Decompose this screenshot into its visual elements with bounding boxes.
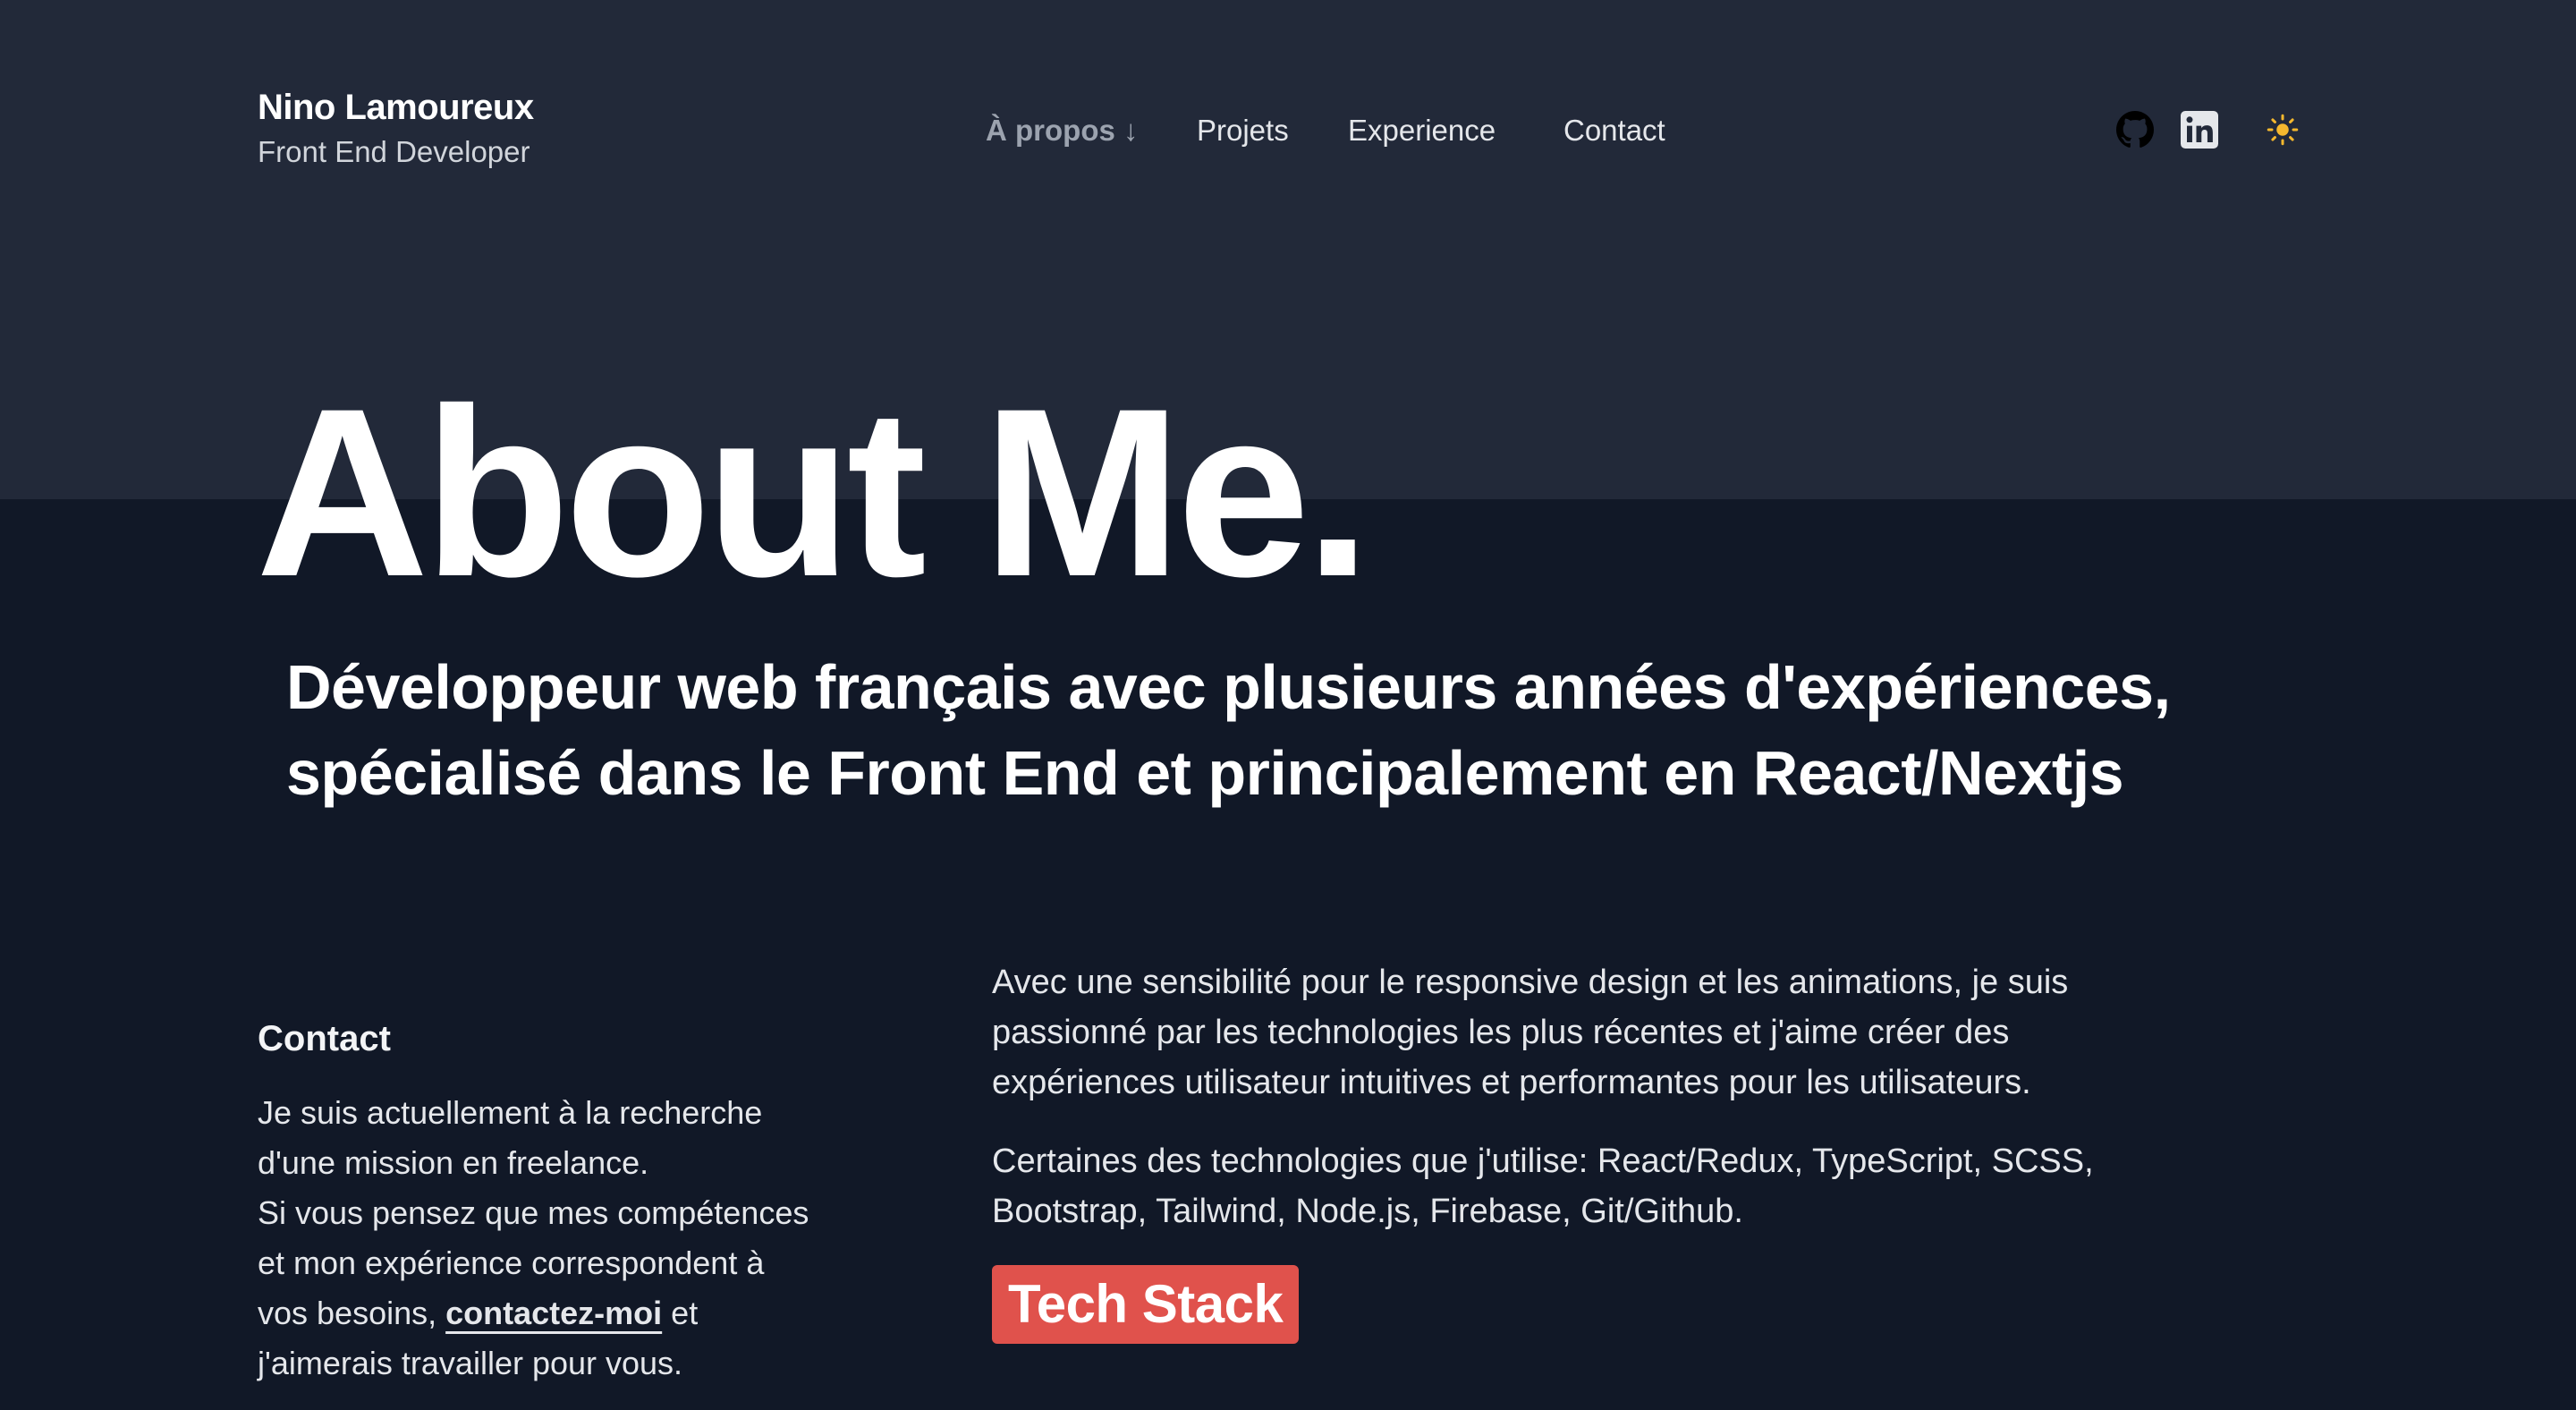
page-title: About Me. bbox=[256, 358, 1371, 626]
about-section: Avec une sensibilité pour le responsive … bbox=[992, 957, 2334, 1344]
about-line: expériences utilisateur intuitives et pe… bbox=[992, 1064, 2031, 1101]
contact-line-suffix: et bbox=[662, 1295, 699, 1331]
contact-line: Je suis actuellement à la recherche bbox=[258, 1094, 763, 1131]
contact-heading: Contact bbox=[258, 1019, 391, 1058]
brand-role: Front End Developer bbox=[258, 135, 530, 168]
site-header: Nino Lamoureux Front End Developer À pro… bbox=[0, 0, 2576, 179]
linkedin-icon[interactable] bbox=[2181, 111, 2218, 149]
brand-name[interactable]: Nino Lamoureux bbox=[258, 86, 534, 129]
contact-section: Contact Je suis actuellement à la recher… bbox=[258, 1016, 866, 1389]
nav-contact[interactable]: Contact bbox=[1563, 109, 1665, 152]
github-icon[interactable] bbox=[2116, 111, 2154, 149]
sun-icon[interactable] bbox=[2267, 114, 2299, 146]
tagline-line: Développeur web français avec plusieurs … bbox=[286, 652, 2171, 722]
tagline: Développeur web français avec plusieurs … bbox=[286, 644, 2343, 816]
contact-line: d'une mission en freelance. bbox=[258, 1144, 649, 1181]
contact-line: et mon expérience correspondent à bbox=[258, 1244, 765, 1281]
contact-text: Je suis actuellement à la recherche d'un… bbox=[258, 1088, 866, 1389]
nav-experience[interactable]: Experience bbox=[1348, 109, 1496, 152]
about-line: Avec une sensibilité pour le responsive … bbox=[992, 964, 2069, 1001]
contact-line: j'aimerais travailler pour vous. bbox=[258, 1345, 683, 1381]
tagline-line: spécialisé dans le Front End et principa… bbox=[286, 738, 2124, 808]
about-line: Bootstrap, Tailwind, Node.js, Firebase, … bbox=[992, 1193, 1743, 1230]
about-line: Certaines des technologies que j'utilise… bbox=[992, 1142, 2094, 1180]
nav-about[interactable]: À propos ↓ bbox=[986, 109, 1139, 152]
contact-line: Si vous pensez que mes compétences bbox=[258, 1194, 809, 1231]
contact-line-prefix: vos besoins, bbox=[258, 1295, 446, 1331]
nav-projects[interactable]: Projets bbox=[1197, 109, 1289, 152]
contact-me-link[interactable]: contactez-moi bbox=[445, 1295, 662, 1331]
technologies-paragraph: Certaines des technologies que j'utilise… bbox=[992, 1136, 2334, 1236]
tech-stack-button[interactable]: Tech Stack bbox=[992, 1265, 1300, 1344]
contact-line-with-link: vos besoins, contactez-moi et bbox=[258, 1288, 866, 1338]
brand[interactable]: Nino Lamoureux Front End Developer bbox=[258, 86, 534, 172]
about-line: passionné par les technologies les plus … bbox=[992, 1014, 2010, 1051]
about-paragraph: Avec une sensibilité pour le responsive … bbox=[992, 957, 2334, 1108]
